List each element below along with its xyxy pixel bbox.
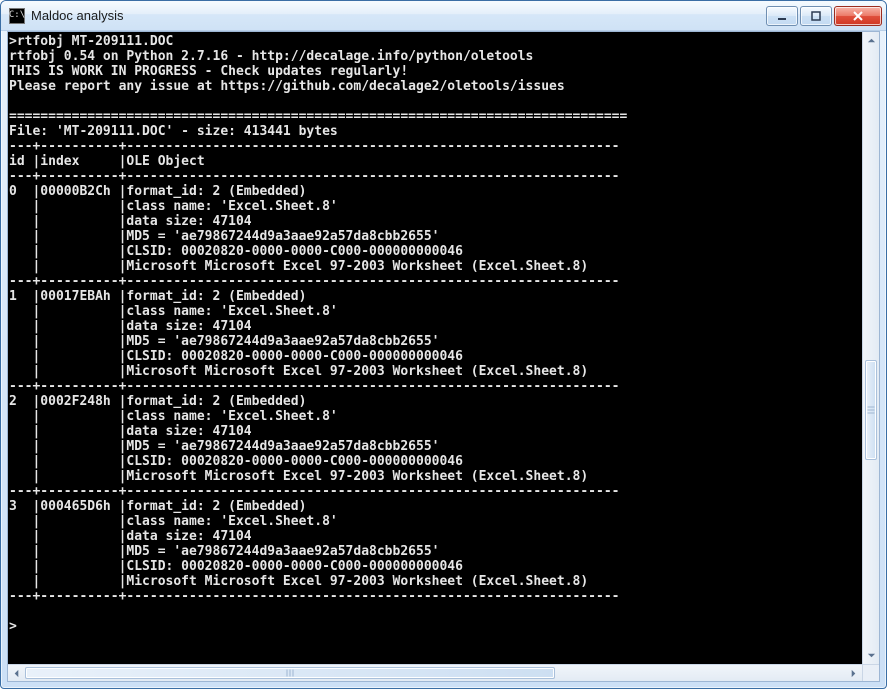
scroll-grip-icon — [868, 406, 875, 413]
vertical-scroll-track[interactable] — [863, 49, 879, 647]
chevron-down-icon — [867, 651, 876, 660]
minimize-button[interactable] — [766, 6, 798, 26]
scroll-right-button[interactable] — [845, 665, 862, 681]
vertical-scroll-thumb[interactable] — [865, 360, 877, 460]
horizontal-scroll-thumb[interactable] — [25, 667, 555, 679]
chevron-right-icon — [849, 669, 858, 678]
scroll-left-button[interactable] — [8, 665, 25, 681]
app-window: C:\ Maldoc analysis >rtfobj MT-209111.DO… — [0, 0, 887, 689]
scrollbar-corner — [862, 664, 879, 681]
client-area: >rtfobj MT-209111.DOC rtfobj 0.54 on Pyt… — [7, 31, 880, 682]
minimize-icon — [776, 10, 788, 22]
chevron-left-icon — [12, 669, 21, 678]
scroll-up-button[interactable] — [863, 32, 879, 49]
maximize-button[interactable] — [800, 6, 832, 26]
window-title: Maldoc analysis — [31, 8, 124, 23]
cmd-icon: C:\ — [9, 8, 25, 24]
vertical-scrollbar[interactable] — [862, 32, 879, 664]
terminal-output[interactable]: >rtfobj MT-209111.DOC rtfobj 0.54 on Pyt… — [8, 32, 862, 664]
scroll-grip-icon — [287, 670, 294, 677]
cmd-icon-text: C:\ — [9, 11, 25, 20]
chevron-up-icon — [867, 36, 876, 45]
horizontal-scroll-track[interactable] — [25, 665, 845, 681]
horizontal-scrollbar[interactable] — [8, 664, 862, 681]
scroll-down-button[interactable] — [863, 647, 879, 664]
close-button[interactable] — [834, 6, 882, 26]
close-icon — [852, 10, 864, 22]
maximize-icon — [810, 10, 822, 22]
titlebar[interactable]: C:\ Maldoc analysis — [1, 1, 886, 31]
